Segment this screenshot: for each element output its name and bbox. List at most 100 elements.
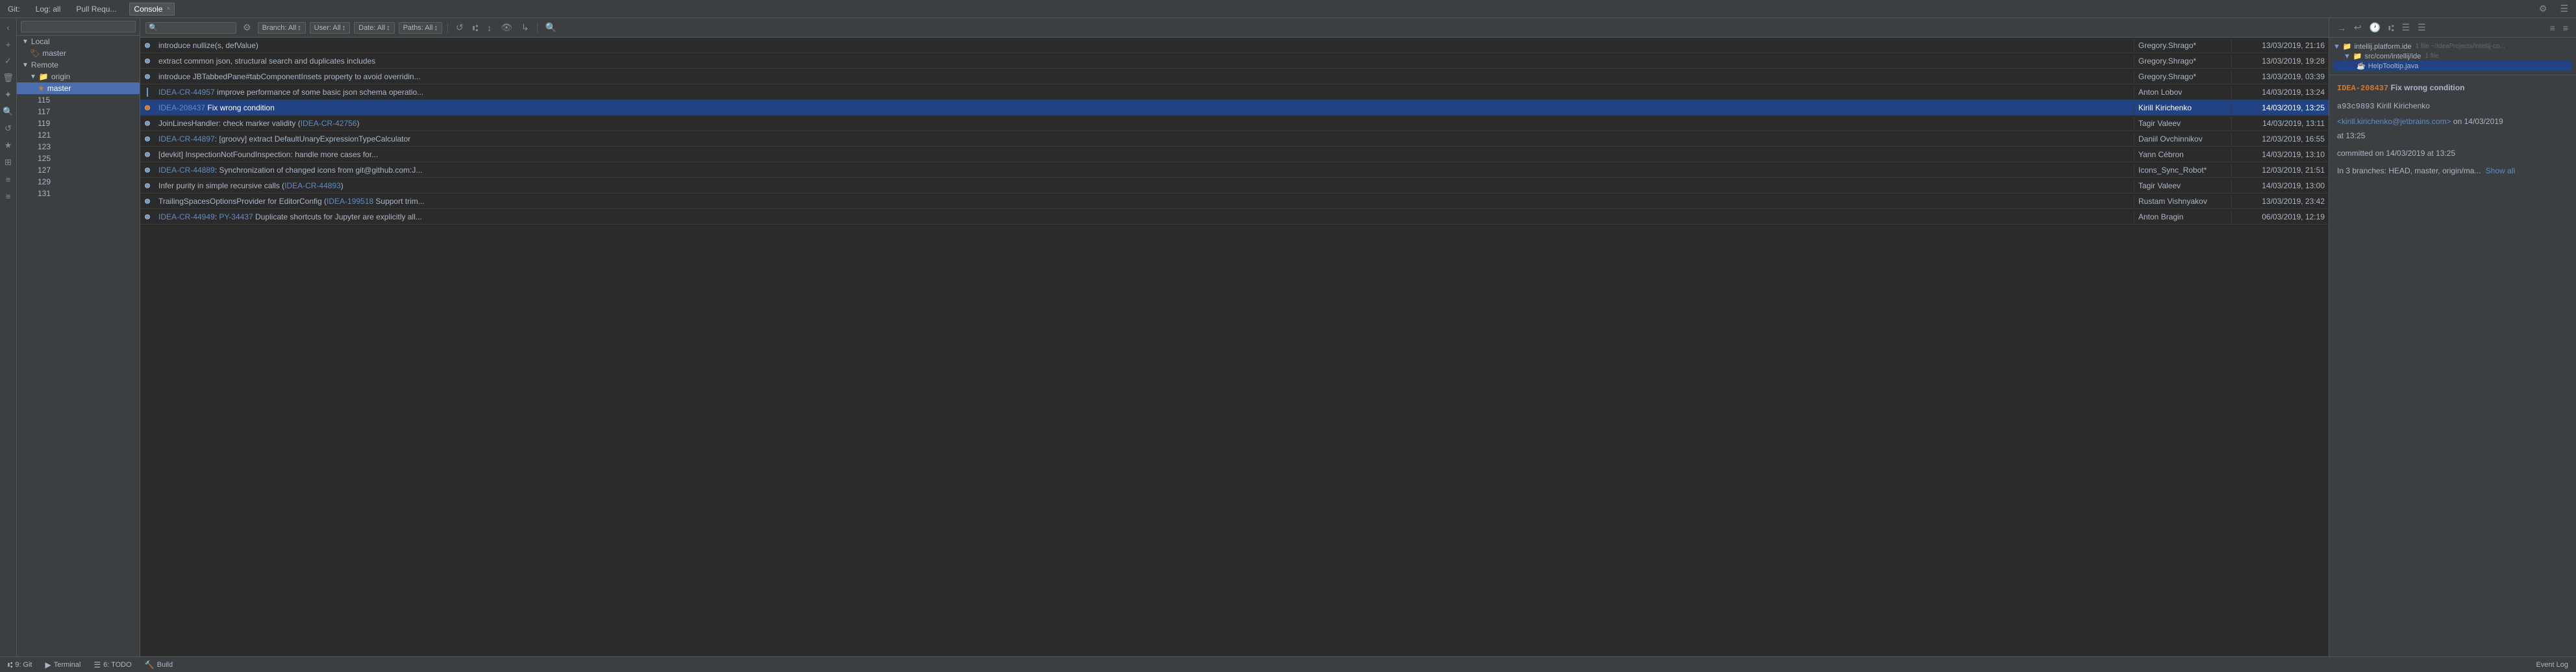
left-icon-check[interactable]: ✓	[2, 55, 15, 68]
status-git[interactable]: ⑆ 9: Git	[5, 660, 35, 669]
commit-row-0[interactable]: introduce nullize(s, defValue) Gregory.S…	[140, 38, 2329, 53]
sidebar-item-131[interactable]: 131	[17, 188, 140, 199]
commit-link-11b[interactable]: PY-34437	[219, 212, 253, 221]
history-btn[interactable]: 🕐	[2367, 21, 2383, 34]
tab-console-label: Console	[134, 5, 162, 14]
status-build[interactable]: 🔨 Build	[142, 660, 175, 669]
undo-btn[interactable]: ↩	[2351, 21, 2364, 34]
sidebar-item-121[interactable]: 121	[17, 129, 140, 141]
menu-git[interactable]: Git:	[5, 3, 23, 15]
commit-row-6[interactable]: IDEA-CR-44897: [groovy] extract DefaultU…	[140, 131, 2329, 147]
sidebar-item-115[interactable]: 115	[17, 94, 140, 106]
commit-detail-time-row: at 13:25	[2337, 130, 2568, 142]
right-settings-btn[interactable]: ≡	[2560, 21, 2571, 34]
status-build-label: Build	[157, 661, 173, 669]
sort-btn[interactable]: ↕	[484, 21, 494, 34]
commit-row-10[interactable]: TrailingSpacesOptionsProvider for Editor…	[140, 193, 2329, 209]
commit-search-input[interactable]	[145, 22, 236, 34]
left-icon-pin[interactable]: ✦	[2, 88, 15, 101]
commit-row-2[interactable]: introduce JBTabbedPane#tabComponentInset…	[140, 69, 2329, 84]
left-icon-add[interactable]: +	[2, 38, 15, 51]
sidebar-search-input[interactable]	[21, 21, 136, 32]
refresh-btn[interactable]: ↺	[453, 21, 466, 34]
commit-detail-show-all[interactable]: Show all	[2486, 166, 2515, 175]
commit-row-1[interactable]: extract common json, structural search a…	[140, 53, 2329, 69]
left-icon-back[interactable]: ‹	[2, 21, 15, 34]
filter-paths[interactable]: Paths: All ↕	[399, 22, 442, 34]
tab-console[interactable]: Console ×	[129, 3, 175, 16]
pick-btn[interactable]: ↳	[519, 21, 532, 34]
commit-settings-btn[interactable]: ⚙	[240, 21, 254, 34]
sidebar-item-123[interactable]: 123	[17, 141, 140, 153]
commit-row-4[interactable]: IDEA-208437 Fix wrong condition Kirill K…	[140, 100, 2329, 116]
settings-icon[interactable]: ⚙	[2536, 2, 2550, 16]
menu-icon[interactable]: ☰	[2557, 2, 2571, 16]
commit-row-3[interactable]: ↓ IDEA-CR-44957 improve performance of s…	[140, 84, 2329, 100]
layout-btn2[interactable]: ☰	[2415, 21, 2429, 34]
sidebar-item-master-remote[interactable]: ★ master	[17, 82, 140, 94]
graph-col-0	[140, 43, 155, 48]
commit-detail-title-row: IDEA-208437 Fix wrong condition	[2337, 82, 2568, 95]
left-icon-sort2[interactable]: ≡	[2, 190, 15, 203]
sidebar-item-master-local[interactable]: 🏷 master	[17, 47, 140, 59]
filter-user[interactable]: User: All ↕	[310, 22, 350, 34]
commit-row-5[interactable]: JoinLinesHandler: check marker validity …	[140, 116, 2329, 131]
commit-search-icon: 🔍	[149, 23, 158, 32]
filter-paths-label: Paths: All	[403, 24, 433, 32]
v-line-6	[147, 136, 148, 142]
left-icon-delete[interactable]: 🗑	[2, 71, 15, 84]
file-tree: ▼ 📁 intellij.platform.ide 1 file ~/IdeaP…	[2329, 38, 2576, 75]
file-tree-root[interactable]: ▼ 📁 intellij.platform.ide 1 file ~/IdeaP…	[2333, 42, 2572, 51]
sidebar-item-117[interactable]: 117	[17, 106, 140, 118]
commit-author-8: Icons_Sync_Robot*	[2134, 164, 2231, 177]
filter-date[interactable]: Date: All ↕	[354, 22, 394, 34]
commit-row-8[interactable]: IDEA-CR-44889: Synchronization of change…	[140, 162, 2329, 178]
separator-1	[447, 23, 448, 33]
sidebar-item-remote[interactable]: ▼ Remote	[17, 59, 140, 71]
sidebar-item-129[interactable]: 129	[17, 176, 140, 188]
right-sort-btn[interactable]: ≡	[2547, 21, 2558, 34]
commit-detail-id[interactable]: IDEA-208437	[2337, 84, 2388, 93]
left-icon-sort1[interactable]: ≡	[2, 173, 15, 186]
commit-link-4[interactable]: IDEA-208437	[158, 103, 205, 112]
commit-link-11a[interactable]: IDEA-CR-44949	[158, 212, 215, 221]
menu-pull-req[interactable]: Pull Requ...	[73, 3, 119, 15]
commit-link-6[interactable]: IDEA-CR-44897	[158, 134, 215, 143]
sidebar-item-local[interactable]: ▼ Local	[17, 36, 140, 47]
commit-row-11[interactable]: IDEA-CR-44949: PY-34437 Duplicate shortc…	[140, 209, 2329, 225]
commit-link-10[interactable]: IDEA-199518	[327, 197, 373, 206]
sidebar-item-119[interactable]: 119	[17, 118, 140, 129]
left-icon-star[interactable]: ★	[2, 139, 15, 152]
menu-log-all[interactable]: Log: all	[33, 3, 64, 15]
commit-message-2: introduce JBTabbedPane#tabComponentInset…	[155, 70, 2134, 83]
commit-link-8[interactable]: IDEA-CR-44889	[158, 166, 215, 175]
sidebar-115-label: 115	[38, 95, 50, 105]
commit-link-3[interactable]: IDEA-CR-44957	[158, 88, 215, 97]
left-icon-layout[interactable]: ⊞	[2, 156, 15, 169]
status-todo[interactable]: ☰ 6: TODO	[91, 660, 134, 669]
left-icon-search[interactable]: 🔍	[2, 105, 15, 118]
file-tree-subfolder[interactable]: ▼ 📁 src/com/intellij/ide 1 file	[2333, 51, 2572, 61]
sidebar-item-125[interactable]: 125	[17, 153, 140, 164]
expand-changes-btn[interactable]: →	[2334, 21, 2349, 34]
graph-view-btn[interactable]: ⑆	[2386, 21, 2396, 34]
layout-btn1[interactable]: ☰	[2399, 21, 2413, 34]
commit-row-9[interactable]: Infer purity in simple recursive calls (…	[140, 178, 2329, 193]
status-terminal[interactable]: ▶ Terminal	[43, 660, 84, 669]
search-commits-btn[interactable]: 🔍	[543, 21, 559, 34]
status-event-log[interactable]: Event Log	[2533, 661, 2571, 669]
commit-row-7[interactable]: [devkit] InspectionNotFoundInspection: h…	[140, 147, 2329, 162]
commit-toolbar: 🔍 ⚙ Branch: All ↕ User: All ↕ Date: All …	[140, 18, 2329, 38]
sidebar-item-127[interactable]: 127	[17, 164, 140, 176]
sidebar-item-origin[interactable]: ▼ 📁 origin	[17, 71, 140, 82]
commit-link-5[interactable]: IDEA-CR-42756	[301, 119, 357, 128]
file-tree-file[interactable]: ☕ HelpTooltip.java	[2333, 61, 2572, 71]
left-icon-refresh[interactable]: ↺	[2, 122, 15, 135]
todo-status-icon: ☰	[94, 660, 101, 669]
filter-branch[interactable]: Branch: All ↕	[258, 22, 306, 34]
tab-close-icon[interactable]: ×	[166, 5, 170, 12]
commit-link-9[interactable]: IDEA-CR-44893	[284, 181, 341, 190]
expand-icon: ▼	[22, 38, 29, 45]
graph-btn[interactable]: ⑆	[470, 21, 481, 34]
eye-btn[interactable]: 👁	[498, 21, 515, 34]
